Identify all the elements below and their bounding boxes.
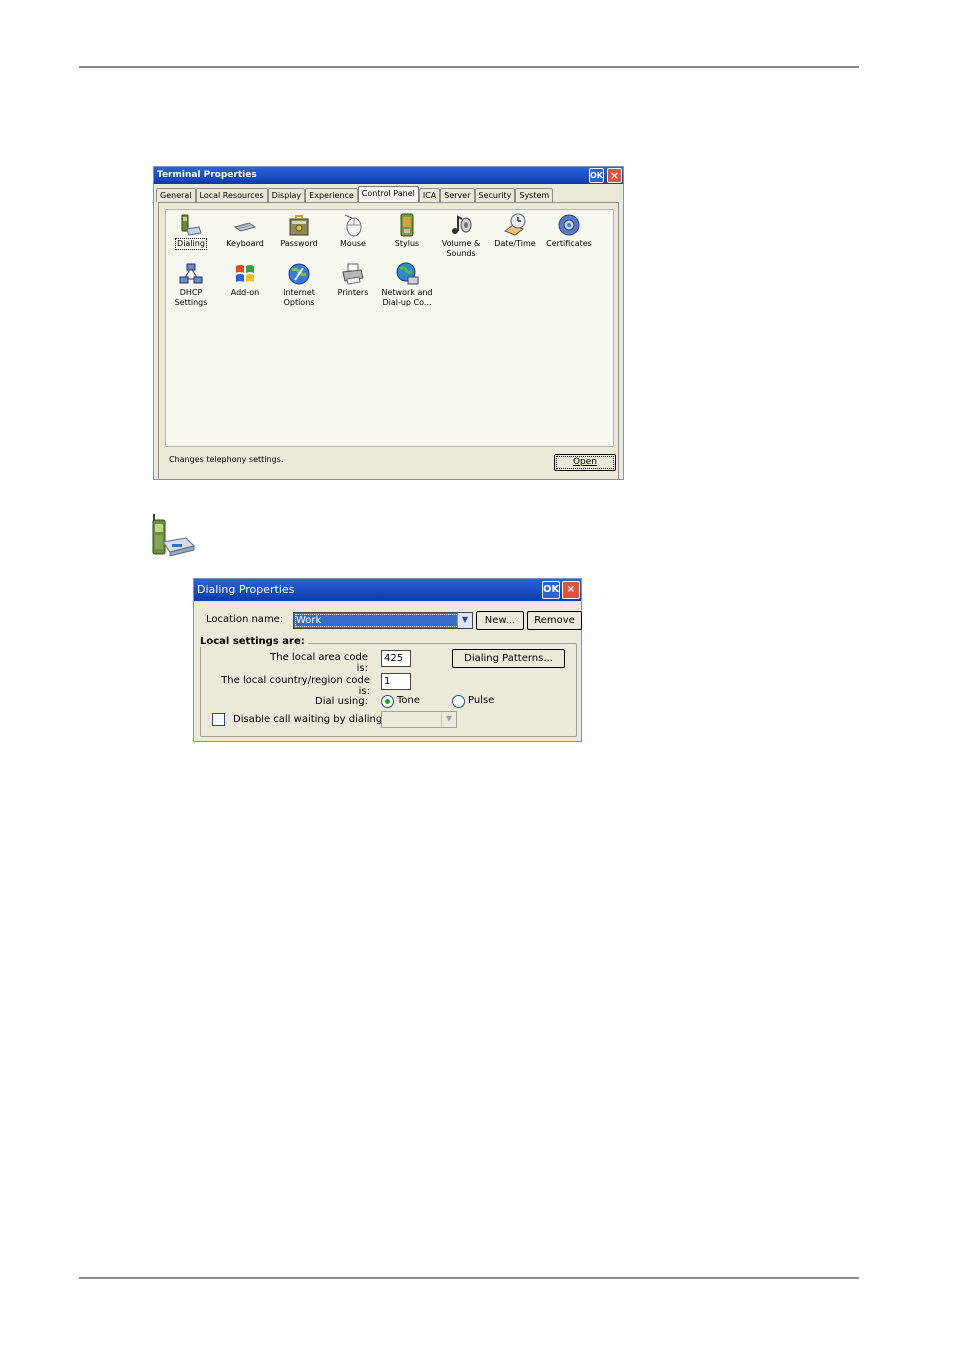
dialing-patterns-button[interactable]: Dialing Patterns... xyxy=(452,649,565,668)
control-panel-item-dialing[interactable]: Dialing xyxy=(163,213,219,250)
tab-local-resources[interactable]: Local Resources xyxy=(195,188,268,202)
pulse-radio[interactable] xyxy=(452,695,465,708)
control-panel-item-internet-options[interactable]: Internet Options xyxy=(271,262,327,308)
control-panel-item-password[interactable]: Password xyxy=(271,213,327,249)
tab-ica[interactable]: ICA xyxy=(418,188,441,202)
control-panel-item-certificates[interactable]: Certificates xyxy=(541,213,597,249)
control-panel-item-printers[interactable]: Printers xyxy=(325,262,381,298)
control-panel-item-volume[interactable]: Volume & Sounds xyxy=(433,213,489,259)
control-panel-icon-list: Dialing Keyboard Password Mouse Stylus V… xyxy=(165,209,614,447)
country-code-label: The local country/region code is: xyxy=(221,675,370,697)
keyboard-icon xyxy=(233,213,257,237)
chevron-down-icon[interactable]: ▼ xyxy=(441,712,456,727)
internet-options-icon xyxy=(287,262,311,286)
window-title: Dialing Properties xyxy=(197,583,295,596)
dialing-large-icon xyxy=(150,512,196,558)
close-button[interactable]: × xyxy=(562,581,580,599)
open-button-label: Open xyxy=(572,457,598,467)
control-panel-page: Dialing Keyboard Password Mouse Stylus V… xyxy=(158,202,619,480)
control-panel-item-keyboard[interactable]: Keyboard xyxy=(217,213,273,249)
top-rule xyxy=(79,66,859,68)
addon-icon xyxy=(233,262,257,286)
control-panel-item-network[interactable]: Network and Dial-up Co... xyxy=(379,262,435,308)
tab-system[interactable]: System xyxy=(515,188,554,202)
password-icon xyxy=(287,213,311,237)
printer-icon xyxy=(341,262,365,286)
tab-experience[interactable]: Experience xyxy=(305,188,358,202)
title-bar: Terminal Properties OK × xyxy=(154,167,623,184)
tab-security[interactable]: Security xyxy=(474,188,516,202)
bottom-rule xyxy=(79,1277,859,1279)
dial-using-label: Dial using: xyxy=(315,696,368,707)
disable-call-waiting-checkbox[interactable] xyxy=(212,713,225,726)
tab-control-panel[interactable]: Control Panel xyxy=(357,186,419,202)
tab-strip: General Local Resources Display Experien… xyxy=(156,186,554,202)
area-code-input[interactable]: 425 xyxy=(381,650,411,667)
tab-display[interactable]: Display xyxy=(267,188,306,202)
local-settings-heading: Local settings are: xyxy=(200,636,308,647)
dialing-properties-window: Dialing Properties OK × Location name: W… xyxy=(193,578,582,742)
control-panel-item-datetime[interactable]: Date/Time xyxy=(487,213,543,249)
call-waiting-select[interactable]: ▼ xyxy=(381,711,457,728)
ok-button[interactable]: OK xyxy=(589,168,604,183)
ok-button[interactable]: OK xyxy=(542,581,560,599)
area-code-label: The local area code is: xyxy=(270,652,368,674)
tone-label: Tone xyxy=(397,695,421,706)
chevron-down-icon[interactable]: ▼ xyxy=(457,613,472,628)
remove-location-button[interactable]: Remove xyxy=(527,611,582,630)
open-button[interactable]: Open xyxy=(554,454,616,471)
tone-radio[interactable] xyxy=(381,695,394,708)
control-panel-item-dhcp[interactable]: DHCP Settings xyxy=(163,262,219,308)
certificates-icon xyxy=(557,213,581,237)
dialing-icon xyxy=(179,213,203,237)
close-button[interactable]: × xyxy=(607,168,622,183)
control-panel-item-mouse[interactable]: Mouse xyxy=(325,213,381,249)
title-bar: Dialing Properties OK × xyxy=(194,579,581,601)
control-panel-item-addon[interactable]: Add-on xyxy=(217,262,273,298)
location-name-value: Work xyxy=(296,615,322,626)
disable-call-waiting-label: Disable call waiting by dialing: xyxy=(233,714,386,725)
pulse-label: Pulse xyxy=(468,695,495,706)
mouse-icon xyxy=(341,213,365,237)
datetime-icon xyxy=(503,213,527,237)
new-location-button[interactable]: New... xyxy=(476,611,524,630)
radio-selected-dot xyxy=(385,699,390,704)
stylus-icon xyxy=(395,213,419,237)
tab-general[interactable]: General xyxy=(156,188,196,202)
control-panel-item-stylus[interactable]: Stylus xyxy=(379,213,435,249)
dhcp-icon xyxy=(179,262,203,286)
volume-icon xyxy=(449,213,473,237)
tab-server[interactable]: Server xyxy=(440,188,475,202)
window-title: Terminal Properties xyxy=(157,170,257,180)
status-text: Changes telephony settings. xyxy=(169,455,284,464)
location-name-select[interactable]: Work ▼ xyxy=(293,612,473,629)
terminal-properties-window: Terminal Properties OK × General Local R… xyxy=(153,166,624,480)
country-code-input[interactable]: 1 xyxy=(381,673,411,690)
location-name-label: Location name: xyxy=(206,614,284,625)
network-icon xyxy=(395,262,419,286)
